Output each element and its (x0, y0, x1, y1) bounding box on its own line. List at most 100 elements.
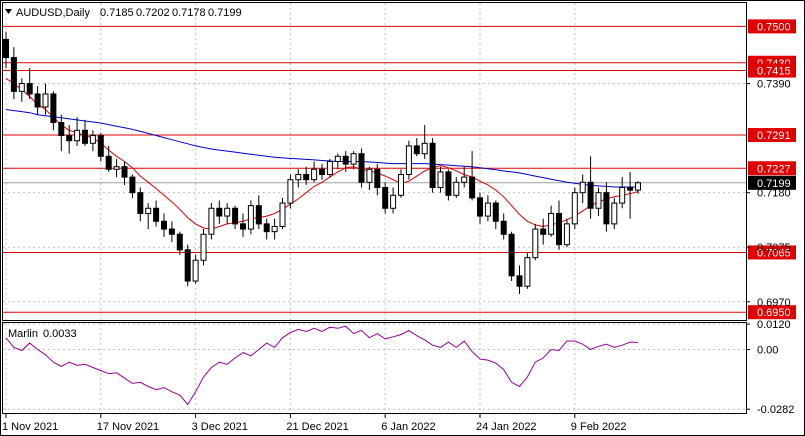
level-label: 0.7415 (757, 66, 791, 78)
candle-body-bear (50, 93, 57, 124)
candle-body-bear (469, 176, 476, 199)
y-axis-label: 0.7390 (757, 79, 791, 91)
indicator-panel (2, 322, 747, 414)
candle-body-bear (429, 142, 436, 188)
candle-body-bull (548, 212, 555, 235)
candle-body-bear (121, 166, 128, 178)
candle-body-bull (563, 223, 570, 246)
candle-body-bear (153, 207, 160, 222)
candle-body-bear (358, 153, 365, 183)
candle-body-bull (311, 168, 318, 181)
level-label: 0.6950 (757, 307, 791, 319)
indicator-name: Marlin (8, 328, 38, 340)
candle-body-bear (105, 155, 112, 170)
candle-body-bull (595, 192, 602, 209)
candle-body-bear (413, 145, 420, 155)
candle-body-bear (3, 38, 9, 59)
candle-body-bull (635, 182, 641, 191)
chart-window: 0.75000.74300.74150.72910.72270.70650.69… (0, 0, 805, 436)
candle-body-bull (571, 192, 578, 225)
candle-body-bull (405, 145, 412, 175)
candle-body-bull (145, 207, 152, 214)
candle-body-bear (82, 129, 88, 144)
indicator-value: 0.0033 (43, 328, 77, 340)
candle-body-bull (74, 129, 81, 142)
candle-body-bear (492, 202, 499, 222)
candle-body-bull (18, 83, 25, 92)
x-axis-label: 24 Jan 2022 (476, 421, 537, 433)
candle-body-bull (579, 181, 586, 194)
candle-body-bear (627, 186, 634, 191)
candle-body-bear (58, 122, 65, 137)
candle-body-bear (263, 223, 270, 233)
candle-body-bear (556, 212, 562, 246)
candle-body-bear (587, 181, 594, 209)
x-axis-label: 17 Nov 2021 (97, 421, 159, 433)
candle-body-bear (66, 135, 73, 142)
candle-body-bull (295, 173, 302, 181)
candle-body-bear (342, 155, 349, 165)
y-axis-label: 0.7180 (757, 188, 791, 200)
candle-body-bull (453, 181, 460, 196)
candle-body-bear (240, 223, 246, 230)
candle-body-bull (271, 225, 278, 233)
open-value: 0.7185 (100, 7, 134, 19)
candle-body-bear (445, 171, 452, 196)
candle-body-bear (168, 228, 175, 235)
x-axis-label: 9 Feb 2022 (571, 421, 627, 433)
candle-body-bull (208, 207, 215, 235)
candle-body-bear (540, 228, 547, 235)
candle-body-bear (232, 207, 239, 225)
candle-body-bull (247, 205, 254, 230)
candle-body-bear (500, 220, 507, 235)
high-value: 0.7202 (136, 7, 170, 19)
osc-y-label: -0.0282 (757, 404, 794, 416)
candle-body-bear (161, 220, 167, 230)
candle-body-bear (129, 176, 136, 194)
y-axis-label: 0.7075 (757, 242, 791, 254)
candle-body-bull (113, 166, 120, 170)
level-label: 0.7227 (757, 163, 791, 175)
candle-body-bull (437, 171, 444, 188)
candle-body-bull (200, 233, 207, 261)
level-label: 0.7500 (757, 21, 791, 33)
x-axis-label: 21 Dec 2021 (286, 421, 348, 433)
x-axis-label: 1 Nov 2021 (2, 421, 58, 433)
candle-body-bear (184, 249, 191, 282)
candle-body-bull (224, 207, 231, 217)
candle-body-bull (524, 257, 531, 287)
osc-y-label: 0.00 (757, 344, 778, 356)
candle-body-bear (10, 57, 17, 92)
candle-body-bull (366, 168, 373, 183)
candle-body-bull (611, 202, 618, 225)
candle-body-bull (334, 155, 341, 163)
chart-canvas: 0.75000.74300.74150.72910.72270.70650.69… (0, 0, 805, 436)
candle-body-bear (34, 93, 41, 108)
candle-body-bear (255, 205, 262, 225)
candle-body-bull (619, 186, 626, 204)
y-axis-label: 0.6970 (757, 297, 791, 309)
candle-body-bull (350, 153, 357, 165)
price-panel (2, 2, 747, 321)
candle-body-bear (319, 168, 325, 175)
x-axis-label: 3 Dec 2021 (192, 421, 248, 433)
candle-body-bull (421, 142, 428, 155)
candle-body-bull (42, 93, 49, 108)
level-label: 0.7291 (757, 130, 791, 142)
low-value: 0.7178 (172, 7, 206, 19)
candle-body-bear (137, 192, 144, 214)
candle-body-bear (176, 233, 183, 251)
candle-body-bear (382, 186, 389, 209)
candle-body-bull (390, 194, 397, 209)
osc-y-label: 0.0120 (757, 319, 791, 331)
candle-body-bull (287, 179, 294, 204)
candle-body-bull (484, 202, 491, 217)
close-value: 0.7199 (208, 7, 242, 19)
x-axis-label: 6 Jan 2022 (381, 421, 435, 433)
candle-body-bear (508, 233, 515, 277)
candle-body-bull (461, 176, 468, 183)
candle-body-bull (532, 228, 539, 259)
candle-body-bull (192, 259, 199, 282)
candle-body-bear (603, 192, 610, 225)
candle-body-bull (89, 135, 96, 144)
